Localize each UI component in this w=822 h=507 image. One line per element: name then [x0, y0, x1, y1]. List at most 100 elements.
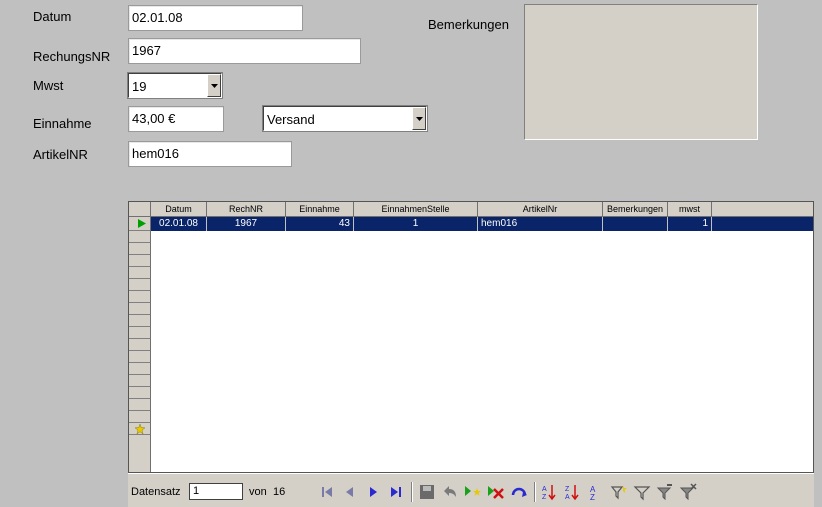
- svg-text:A: A: [542, 486, 547, 493]
- table-row[interactable]: 02.01.08 1967 43 1 hem016 1: [151, 217, 813, 231]
- row-selector-new[interactable]: [129, 423, 150, 435]
- record-label: Datensatz: [131, 486, 181, 498]
- datum-field[interactable]: 02.01.08: [128, 5, 303, 31]
- new-record-icon: [465, 486, 481, 496]
- row-selector[interactable]: [129, 387, 150, 399]
- row-selector[interactable]: [129, 363, 150, 375]
- of-label: von: [249, 486, 267, 498]
- refresh-button[interactable]: [510, 483, 528, 501]
- toolbar-separator: [411, 482, 413, 502]
- cell-bemerkungen[interactable]: [603, 217, 668, 231]
- filter-button[interactable]: [633, 483, 651, 501]
- record-total: 16: [273, 486, 286, 498]
- toolbar-separator: [534, 482, 536, 502]
- filter-icon: [633, 486, 651, 501]
- row-selector[interactable]: [129, 399, 150, 411]
- row-selector[interactable]: [129, 339, 150, 351]
- cell-artikelnr[interactable]: hem016: [478, 217, 603, 231]
- mwst-combobox[interactable]: 19: [127, 72, 223, 99]
- sort-ascending-icon: AZ: [542, 485, 556, 501]
- sort-descending-button[interactable]: ZA: [564, 483, 582, 501]
- current-record-arrow-icon: [138, 219, 146, 228]
- svg-text:Z: Z: [590, 493, 595, 501]
- column-header-rechnr[interactable]: RechNR: [207, 202, 286, 216]
- record-navigation-bar: Datensatz 1 von 16 AZ ZA AZ: [128, 473, 814, 507]
- last-record-button[interactable]: [387, 483, 405, 501]
- cell-datum[interactable]: 02.01.08: [151, 217, 207, 231]
- next-record-icon: [370, 487, 377, 497]
- refresh-icon: [511, 487, 527, 497]
- artikelnr-field[interactable]: hem016: [128, 141, 292, 167]
- row-selector-current[interactable]: [129, 217, 150, 231]
- einnahme-type-combobox[interactable]: Versand: [262, 105, 428, 132]
- cell-mwst[interactable]: 1: [668, 217, 712, 231]
- sort-descending-icon: ZA: [565, 485, 579, 501]
- einnahme-field[interactable]: 43,00 €: [128, 106, 224, 132]
- previous-record-icon: [346, 487, 353, 497]
- sort-button[interactable]: AZ: [587, 483, 605, 502]
- row-selector[interactable]: [129, 351, 150, 363]
- row-selector[interactable]: [129, 267, 150, 279]
- first-record-button[interactable]: [318, 483, 336, 501]
- record-number-input[interactable]: 1: [189, 483, 243, 500]
- artikelnr-label: ArtikelNR: [33, 147, 88, 162]
- sort-icon: AZ: [590, 485, 596, 502]
- grid-header: Datum RechNR Einnahme EinnahmenStelle Ar…: [129, 202, 813, 217]
- cell-rechnr[interactable]: 1967: [207, 217, 286, 231]
- column-header-artikelnr[interactable]: ArtikelNr: [478, 202, 603, 216]
- row-selector[interactable]: [129, 291, 150, 303]
- first-record-icon: [322, 487, 332, 497]
- remove-filter-button[interactable]: [679, 483, 697, 501]
- einnahme-label: Einnahme: [33, 116, 92, 131]
- bemerkungen-label: Bemerkungen: [428, 17, 509, 32]
- delete-icon: [488, 486, 504, 499]
- row-selector[interactable]: [129, 315, 150, 327]
- column-header-datum[interactable]: Datum: [151, 202, 207, 216]
- column-header-einnahmenstelle[interactable]: EinnahmenStelle: [354, 202, 478, 216]
- chevron-down-icon: [211, 84, 218, 88]
- column-header-einnahme[interactable]: Einnahme: [286, 202, 354, 216]
- remove-filter-icon: [679, 483, 697, 501]
- einnahme-type-dropdown-button[interactable]: [412, 107, 426, 130]
- apply-filter-icon: [656, 484, 672, 501]
- autofilter-button[interactable]: [610, 483, 628, 501]
- save-icon: [420, 485, 434, 499]
- previous-record-button[interactable]: [341, 483, 359, 501]
- next-record-button[interactable]: [364, 483, 382, 501]
- row-selector[interactable]: [129, 243, 150, 255]
- row-selector[interactable]: [129, 255, 150, 267]
- cell-einnahme[interactable]: 43: [286, 217, 354, 231]
- mwst-label: Mwst: [33, 78, 64, 93]
- cell-einnahmenstelle[interactable]: 1: [354, 217, 478, 231]
- new-record-button[interactable]: [464, 483, 482, 501]
- apply-filter-button[interactable]: [656, 483, 674, 501]
- row-selector[interactable]: [129, 303, 150, 315]
- chevron-down-icon: [416, 117, 423, 121]
- svg-text:A: A: [565, 494, 570, 501]
- undo-icon: [444, 486, 456, 497]
- row-selector[interactable]: [129, 411, 150, 423]
- row-selector[interactable]: [129, 279, 150, 291]
- svg-text:Z: Z: [565, 486, 570, 493]
- column-header-mwst[interactable]: mwst: [668, 202, 712, 216]
- row-selector[interactable]: [129, 375, 150, 387]
- undo-button[interactable]: [441, 483, 459, 501]
- data-grid[interactable]: Datum RechNR Einnahme EinnahmenStelle Ar…: [128, 201, 814, 473]
- bemerkungen-field[interactable]: [524, 4, 758, 140]
- autofilter-icon: [610, 485, 627, 500]
- last-record-icon: [391, 487, 401, 497]
- rechnungsnr-label: RechungsNR: [33, 49, 111, 64]
- delete-record-button[interactable]: [487, 483, 505, 501]
- grid-corner: [129, 202, 151, 216]
- svg-text:Z: Z: [542, 494, 547, 501]
- rechnungsnr-field[interactable]: 1967: [128, 38, 361, 64]
- column-header-bemerkungen[interactable]: Bemerkungen: [603, 202, 668, 216]
- row-selector-column: [129, 217, 151, 472]
- mwst-value: 19: [132, 79, 147, 94]
- save-record-button[interactable]: [418, 483, 436, 501]
- row-selector[interactable]: [129, 327, 150, 339]
- mwst-dropdown-button[interactable]: [207, 74, 221, 97]
- sort-ascending-button[interactable]: AZ: [541, 483, 559, 501]
- einnahme-type-value: Versand: [267, 112, 315, 127]
- row-selector[interactable]: [129, 231, 150, 243]
